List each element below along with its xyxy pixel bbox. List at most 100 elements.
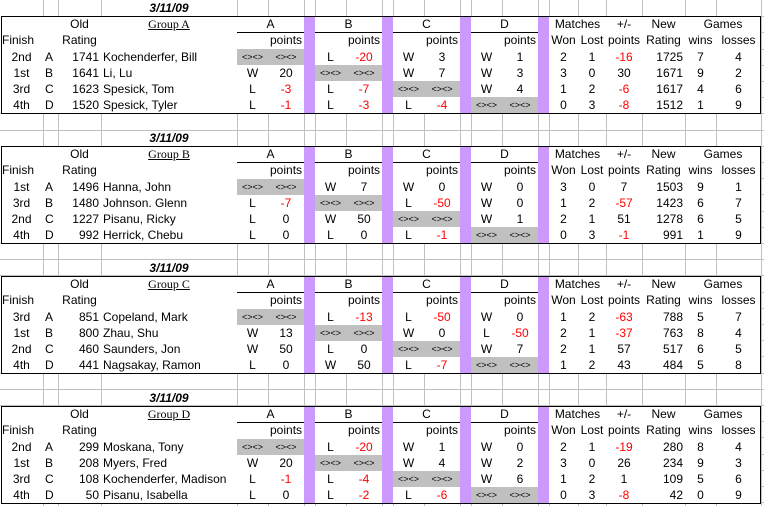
plusminus-header[interactable]: +/-: [606, 406, 642, 422]
games-header[interactable]: Games: [685, 276, 761, 292]
seed-cell[interactable]: D: [43, 97, 58, 113]
finish-header[interactable]: Finish: [0, 32, 43, 48]
points-cell[interactable]: 0: [424, 325, 460, 341]
self-match-cell[interactable]: <><>: [315, 455, 346, 472]
games-losses-cell[interactable]: 6: [716, 471, 761, 487]
games-losses-cell[interactable]: 7: [716, 195, 761, 211]
points-cell[interactable]: 0: [502, 195, 538, 211]
games-wins-cell[interactable]: 6: [685, 211, 716, 227]
matches-lost-cell[interactable]: 3: [578, 487, 606, 503]
self-match-cell[interactable]: <><>: [393, 211, 424, 228]
old-rating-cell[interactable]: 441: [58, 357, 101, 373]
matches-lost-cell[interactable]: 2: [578, 81, 606, 97]
self-match-cell[interactable]: <><>: [268, 309, 304, 326]
seed-cell[interactable]: A: [43, 439, 58, 455]
self-match-cell[interactable]: <><>: [237, 179, 268, 196]
player-name-cell[interactable]: Spesick, Tyler: [101, 97, 237, 113]
self-match-cell[interactable]: <><>: [471, 97, 502, 114]
result-cell[interactable]: W: [471, 341, 502, 357]
result-cell[interactable]: W: [471, 179, 502, 195]
matches-lost-cell[interactable]: 2: [578, 309, 606, 325]
self-match-cell[interactable]: <><>: [237, 49, 268, 66]
matches-lost-cell[interactable]: 3: [578, 97, 606, 113]
self-match-cell[interactable]: <><>: [502, 487, 538, 504]
games-losses-cell[interactable]: 9: [716, 97, 761, 113]
matches-lost-cell[interactable]: 0: [578, 455, 606, 471]
new-header[interactable]: New: [642, 16, 685, 32]
plusminus-cell[interactable]: -1: [606, 227, 642, 243]
matches-won-cell[interactable]: 1: [549, 309, 578, 325]
result-cell[interactable]: L: [315, 439, 346, 455]
points-cell[interactable]: 4: [424, 455, 460, 471]
finish-cell[interactable]: 2nd: [0, 49, 43, 65]
opponent-header-d[interactable]: D: [471, 16, 538, 32]
player-name-cell[interactable]: Moskana, Tony: [101, 439, 237, 455]
finish-cell[interactable]: 3rd: [0, 81, 43, 97]
points-cell[interactable]: -1: [268, 97, 304, 113]
points-cell[interactable]: 7: [424, 65, 460, 81]
points-cell[interactable]: -1: [268, 471, 304, 487]
opponent-header-b[interactable]: B: [315, 276, 382, 292]
points-header[interactable]: points: [268, 422, 304, 438]
new-rating-cell[interactable]: 42: [642, 487, 685, 503]
result-cell[interactable]: L: [315, 81, 346, 97]
matches-won-cell[interactable]: 2: [549, 341, 578, 357]
player-name-cell[interactable]: Saunders, Jon: [101, 341, 237, 357]
points-cell[interactable]: 13: [268, 325, 304, 341]
self-match-cell[interactable]: <><>: [268, 49, 304, 66]
lost-header[interactable]: Lost: [578, 422, 606, 438]
points-cell[interactable]: -20: [346, 439, 382, 455]
games-wins-cell[interactable]: 5: [685, 357, 716, 373]
group-name[interactable]: Group A: [101, 16, 237, 32]
points-cell[interactable]: -6: [424, 487, 460, 503]
finish-cell[interactable]: 3rd: [0, 471, 43, 487]
opponent-header-a[interactable]: A: [237, 146, 304, 162]
rating-header[interactable]: Rating: [58, 32, 101, 48]
points-header[interactable]: points: [502, 32, 538, 48]
opponent-header-b[interactable]: B: [315, 16, 382, 32]
finish-cell[interactable]: 2nd: [0, 341, 43, 357]
result-cell[interactable]: L: [237, 195, 268, 211]
old-rating-cell[interactable]: 992: [58, 227, 101, 243]
matches-header[interactable]: Matches: [549, 146, 606, 162]
plusminus-cell[interactable]: -37: [606, 325, 642, 341]
opponent-header-c[interactable]: C: [393, 406, 460, 422]
result-cell[interactable]: W: [315, 179, 346, 195]
self-match-cell[interactable]: <><>: [315, 65, 346, 82]
seed-cell[interactable]: B: [43, 325, 58, 341]
matches-lost-cell[interactable]: 2: [578, 471, 606, 487]
opponent-header-a[interactable]: A: [237, 276, 304, 292]
new-rating-cell[interactable]: 1503: [642, 179, 685, 195]
result-cell[interactable]: L: [237, 97, 268, 113]
plusminus-header[interactable]: +/-: [606, 16, 642, 32]
games-losses-cell[interactable]: 9: [716, 487, 761, 503]
player-name-cell[interactable]: Li, Lu: [101, 65, 237, 81]
self-match-cell[interactable]: <><>: [237, 439, 268, 456]
seed-cell[interactable]: B: [43, 455, 58, 471]
matches-won-cell[interactable]: 1: [549, 357, 578, 373]
plusminus-header[interactable]: +/-: [606, 276, 642, 292]
matches-won-cell[interactable]: 0: [549, 487, 578, 503]
rating-header[interactable]: Rating: [642, 292, 685, 308]
points-cell[interactable]: 0: [502, 309, 538, 325]
new-rating-cell[interactable]: 1725: [642, 49, 685, 65]
player-name-cell[interactable]: Kochenderfer, Bill: [101, 49, 237, 65]
lost-header[interactable]: Lost: [578, 292, 606, 308]
points-cell[interactable]: 0: [424, 179, 460, 195]
result-cell[interactable]: W: [471, 211, 502, 227]
points-header[interactable]: points: [502, 292, 538, 308]
points-cell[interactable]: 7: [346, 179, 382, 195]
old-rating-cell[interactable]: 1480: [58, 195, 101, 211]
games-losses-cell[interactable]: 5: [716, 211, 761, 227]
matches-lost-cell[interactable]: 1: [578, 439, 606, 455]
matches-header[interactable]: Matches: [549, 16, 606, 32]
matches-won-cell[interactable]: 3: [549, 179, 578, 195]
matches-lost-cell[interactable]: 2: [578, 357, 606, 373]
points-cell[interactable]: -4: [346, 471, 382, 487]
self-match-cell[interactable]: <><>: [471, 487, 502, 504]
result-cell[interactable]: W: [393, 179, 424, 195]
points-cell[interactable]: 50: [346, 357, 382, 373]
new-rating-cell[interactable]: 991: [642, 227, 685, 243]
matches-won-cell[interactable]: 1: [549, 471, 578, 487]
games-losses-cell[interactable]: 4: [716, 325, 761, 341]
